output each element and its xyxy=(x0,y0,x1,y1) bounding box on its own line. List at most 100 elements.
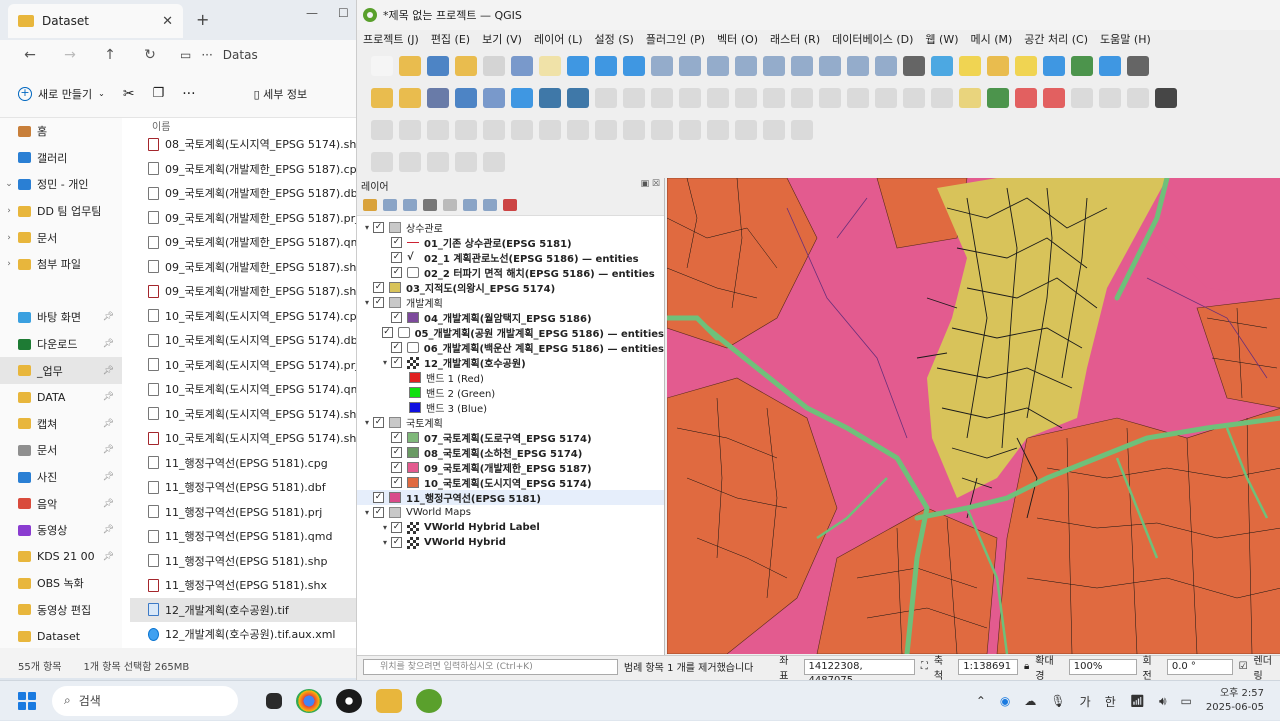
menu-item[interactable]: 웹 (W) xyxy=(925,31,958,47)
layer-visibility-checkbox[interactable]: ✓ xyxy=(373,297,384,308)
menu-item[interactable]: 데이터베이스 (D) xyxy=(832,31,913,47)
sidebar-item[interactable]: OBS 녹화 xyxy=(0,570,122,597)
toolbar-tool-icon[interactable] xyxy=(511,88,533,108)
manage-map-themes-icon[interactable] xyxy=(403,198,417,211)
layer-tree-item[interactable]: 밴드 2 (Green) xyxy=(357,385,664,400)
layer-visibility-checkbox[interactable]: ✓ xyxy=(373,282,384,293)
sidebar-item[interactable]: 동영상 편집 xyxy=(0,597,122,624)
toolbar-tool-icon[interactable] xyxy=(539,88,561,108)
toolbar-tool-icon[interactable] xyxy=(763,120,785,140)
filter-legend-icon[interactable] xyxy=(423,198,437,211)
menu-item[interactable]: 벡터 (O) xyxy=(717,31,758,47)
toolbar-tool-icon[interactable] xyxy=(595,120,617,140)
clock[interactable]: 오후 2:57 2025-06-05 xyxy=(1206,687,1264,715)
toolbar-tool-icon[interactable] xyxy=(371,56,393,76)
menu-item[interactable]: 레이어 (L) xyxy=(534,31,583,47)
layer-tree-item[interactable]: ✓ 09_국토계획(개발제한_EPSG 5187) xyxy=(357,460,664,475)
coordinate-field[interactable]: 14122308, 4487075 xyxy=(803,658,915,686)
layer-tree-item[interactable]: 밴드 1 (Red) xyxy=(357,370,664,385)
sidebar-item[interactable]: › DD 팀 업무팀 xyxy=(0,198,122,225)
speaker-icon[interactable]: 🔊︎ xyxy=(1159,694,1167,709)
toolbar-tool-icon[interactable] xyxy=(427,88,449,108)
toolbar-tool-icon[interactable] xyxy=(735,120,757,140)
file-list-item[interactable]: 11_행정구역선(EPSG 5181).shp xyxy=(130,549,356,574)
file-list-item[interactable]: 09_국토계획(개발제한_EPSG 5187).shp xyxy=(130,255,356,280)
toolbar-tool-icon[interactable] xyxy=(483,120,505,140)
toggle-extents-icon[interactable]: ⛶ xyxy=(921,661,928,672)
expand-chevron-icon[interactable]: › xyxy=(0,259,18,269)
layer-visibility-checkbox[interactable]: ✓ xyxy=(391,432,402,443)
file-list-item[interactable]: 12_개발계획(호수공원).tif xyxy=(130,597,356,622)
layer-visibility-checkbox[interactable]: ✓ xyxy=(391,522,402,533)
menu-item[interactable]: 도움말 (H) xyxy=(1100,31,1151,47)
battery-icon[interactable]: ▭ xyxy=(1181,694,1192,708)
toolbar-tool-icon[interactable] xyxy=(679,88,701,108)
obs-icon[interactable] xyxy=(336,688,362,713)
menu-item[interactable]: 플러그인 (P) xyxy=(646,31,705,47)
start-button[interactable] xyxy=(18,691,36,710)
layer-tree-item[interactable]: ✓ 05_개발계획(공원 개발계획_EPSG 5186) — entities xyxy=(357,325,664,340)
cloud-icon[interactable]: ☁ xyxy=(1024,694,1036,708)
layer-tree-item[interactable]: ▾ ✓ 국토계획 xyxy=(357,415,664,430)
new-tab-button[interactable]: + xyxy=(196,10,209,29)
layer-visibility-checkbox[interactable]: ✓ xyxy=(381,327,393,338)
menu-item[interactable]: 편집 (E) xyxy=(431,31,470,47)
layer-visibility-checkbox[interactable]: ✓ xyxy=(373,492,384,503)
toolbar-tool-icon[interactable] xyxy=(791,120,813,140)
file-explorer-icon[interactable] xyxy=(376,688,402,713)
map-canvas[interactable] xyxy=(667,178,1280,654)
file-list-item[interactable]: 09_국토계획(개발제한_EPSG 5187).qmd xyxy=(130,230,356,255)
sidebar-item[interactable]: › 문서 xyxy=(0,224,122,251)
toolbar-tool-icon[interactable] xyxy=(735,56,757,76)
layer-visibility-checkbox[interactable]: ✓ xyxy=(391,537,402,548)
toolbar-tool-icon[interactable] xyxy=(1071,56,1093,76)
layer-visibility-checkbox[interactable]: ✓ xyxy=(373,417,384,428)
toolbar-tool-icon[interactable] xyxy=(1127,56,1149,76)
toolbar-tool-icon[interactable] xyxy=(847,88,869,108)
minimize-icon[interactable]: — xyxy=(306,6,318,20)
layer-visibility-checkbox[interactable]: ✓ xyxy=(391,252,402,263)
toolbar-tool-icon[interactable] xyxy=(1015,56,1037,76)
layer-visibility-checkbox[interactable]: ✓ xyxy=(391,477,402,488)
toolbar-tool-icon[interactable] xyxy=(763,88,785,108)
layer-visibility-checkbox[interactable]: ✓ xyxy=(373,222,384,233)
add-group-icon[interactable] xyxy=(383,198,397,211)
layer-tree-item[interactable]: ✓ 08_국토계획(소하천_EPSG 5174) xyxy=(357,445,664,460)
sidebar-item[interactable]: 동영상 📌︎ xyxy=(0,517,122,544)
layer-tree-item[interactable]: ▾ ✓ VWorld Hybrid Label xyxy=(357,520,664,535)
toolbar-tool-icon[interactable] xyxy=(483,56,505,76)
tray-app-icon[interactable]: ◉ xyxy=(1000,694,1010,708)
toolbar-tool-icon[interactable] xyxy=(903,88,925,108)
file-list-item[interactable]: 10_국토계획(도시지역_EPSG 5174).qmd xyxy=(130,377,356,402)
new-button[interactable]: + 새로 만들기 ⌄ xyxy=(18,86,105,102)
sidebar-item[interactable]: 사진 📌︎ xyxy=(0,464,122,491)
toolbar-tool-icon[interactable] xyxy=(1099,56,1121,76)
toolbar-tool-icon[interactable] xyxy=(875,56,897,76)
locator-search-input[interactable]: 위치를 찾으려면 입력하십시오 (Ctrl+K) xyxy=(363,658,618,675)
toolbar-tool-icon[interactable] xyxy=(651,56,673,76)
toolbar-tool-icon[interactable] xyxy=(595,56,617,76)
file-list-item[interactable]: 09_국토계획(개발제한_EPSG 5187).prj xyxy=(130,206,356,231)
task-view-icon[interactable] xyxy=(266,692,282,709)
sidebar-item[interactable]: 음악 📌︎ xyxy=(0,490,122,517)
layer-tree-item[interactable]: ✓ 06_개발계획(백운산 계획_EPSG 5186) — entities xyxy=(357,340,664,355)
toolbar-tool-icon[interactable] xyxy=(987,56,1009,76)
toolbar-tool-icon[interactable] xyxy=(987,88,1009,108)
scale-field[interactable]: 1:138691 xyxy=(958,658,1018,675)
toolbar-tool-icon[interactable] xyxy=(959,56,981,76)
toolbar-tool-icon[interactable] xyxy=(1043,88,1065,108)
toolbar-tool-icon[interactable] xyxy=(399,88,421,108)
toolbar-tool-icon[interactable] xyxy=(427,152,449,172)
address-bar[interactable]: ▭ ··· Datas xyxy=(180,48,258,62)
file-list-item[interactable]: 11_행정구역선(EPSG 5181).qmd xyxy=(130,524,356,549)
toolbar-tool-icon[interactable] xyxy=(679,120,701,140)
forward-arrow-icon[interactable]: → xyxy=(50,47,90,63)
toolbar-tool-icon[interactable] xyxy=(399,152,421,172)
layer-visibility-checkbox[interactable]: ✓ xyxy=(391,462,402,473)
layer-tree-item[interactable]: 밴드 3 (Blue) xyxy=(357,400,664,415)
file-list-item[interactable]: 12_개발계획(호수공원).tif.aux.xml xyxy=(130,622,356,647)
toolbar-tool-icon[interactable] xyxy=(455,120,477,140)
file-list-item[interactable]: 11_행정구역선(EPSG 5181).dbf xyxy=(130,475,356,500)
toolbar-tool-icon[interactable] xyxy=(819,56,841,76)
menu-item[interactable]: 보기 (V) xyxy=(482,31,522,47)
